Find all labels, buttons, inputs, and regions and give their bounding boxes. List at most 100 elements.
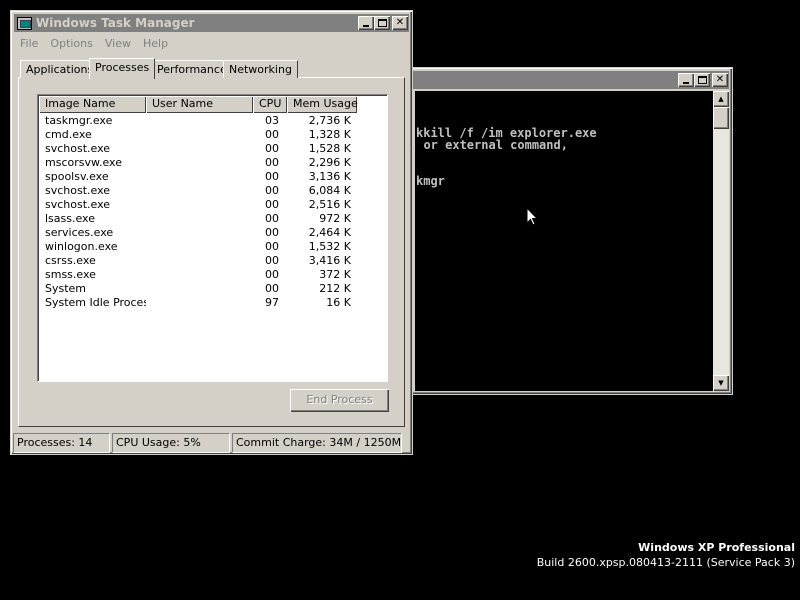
console-window[interactable]: ✕ ▲ ▼ [405, 67, 733, 395]
process-user [146, 142, 253, 156]
process-user [146, 114, 253, 128]
maximize-icon [377, 19, 387, 27]
process-mem: 2,464 K [308, 226, 351, 239]
close-button[interactable]: ✕ [712, 73, 728, 87]
maximize-button[interactable] [694, 73, 710, 87]
tab-networking[interactable]: Networking [223, 60, 298, 78]
table-row[interactable]: System Idle Process 97 16 K [39, 296, 397, 310]
process-user [146, 226, 253, 240]
column-image-name[interactable]: Image Name [39, 96, 146, 113]
column-cpu[interactable]: CPU [253, 96, 287, 113]
table-row[interactable]: taskmgr.exe 03 2,736 K [39, 114, 397, 128]
process-user [146, 296, 253, 310]
end-process-button[interactable]: End Process [290, 389, 389, 412]
process-mem: 3,136 K [308, 170, 351, 183]
maximize-icon [697, 76, 707, 84]
process-cpu: 00 [265, 254, 279, 267]
process-name: services.exe [45, 226, 114, 239]
table-row[interactable]: System 00 212 K [39, 282, 397, 296]
table-row[interactable]: winlogon.exe 00 1,532 K [39, 240, 397, 254]
table-row[interactable]: mscorsvw.exe 00 2,296 K [39, 156, 397, 170]
process-user [146, 240, 253, 254]
column-user-name[interactable]: User Name [146, 96, 253, 113]
process-name: csrss.exe [45, 254, 96, 267]
tab-performance[interactable]: Performance [151, 60, 233, 78]
process-cpu: 00 [265, 226, 279, 239]
scroll-thumb[interactable] [713, 107, 729, 129]
scroll-up-icon: ▲ [718, 95, 724, 103]
column-mem-usage[interactable]: Mem Usage [287, 96, 358, 113]
process-mem: 2,296 K [308, 156, 351, 169]
process-mem: 2,516 K [308, 198, 351, 211]
table-row[interactable]: services.exe 00 2,464 K [39, 226, 397, 240]
menu-file[interactable]: File [14, 37, 44, 50]
process-cpu: 00 [265, 184, 279, 197]
console-line: . or external command, [409, 138, 568, 152]
process-cpu: 00 [265, 212, 279, 225]
process-cpu: 00 [265, 268, 279, 281]
menu-bar: File Options View Help [14, 34, 174, 52]
process-user [146, 170, 253, 184]
task-manager-icon [17, 16, 32, 30]
process-user [146, 184, 253, 198]
table-row[interactable]: cmd.exe 00 1,328 K [39, 128, 397, 142]
menu-view[interactable]: View [99, 37, 137, 50]
process-name: mscorsvw.exe [45, 156, 122, 169]
minimize-button[interactable] [358, 16, 374, 30]
process-cpu: 00 [265, 170, 279, 183]
process-cpu: 00 [265, 240, 279, 253]
close-icon: ✕ [395, 17, 405, 28]
process-name: System [45, 282, 87, 295]
window-controls: ✕ [358, 16, 408, 30]
process-mem: 372 K [319, 268, 351, 281]
process-user [146, 282, 253, 296]
status-processes: Processes: 14 [13, 433, 110, 453]
scroll-down-button[interactable]: ▼ [713, 375, 729, 391]
scroll-up-button[interactable]: ▲ [713, 91, 729, 107]
window-title: Windows Task Manager [36, 16, 195, 30]
close-button[interactable]: ✕ [392, 16, 408, 30]
menu-options[interactable]: Options [44, 37, 98, 50]
process-name: svchost.exe [45, 142, 111, 155]
table-row[interactable]: svchost.exe 00 2,516 K [39, 198, 397, 212]
mouse-pointer-icon [526, 207, 538, 226]
table-row[interactable]: svchost.exe 00 1,528 K [39, 142, 397, 156]
minimize-button[interactable] [678, 73, 694, 87]
process-mem: 16 K [326, 296, 351, 309]
process-name: smss.exe [45, 268, 96, 281]
console-scrollbar[interactable]: ▲ ▼ [713, 91, 729, 391]
process-name: winlogon.exe [45, 240, 118, 253]
status-bar: Processes: 14 CPU Usage: 5% Commit Charg… [13, 433, 404, 453]
console-line: kmgr [416, 174, 445, 188]
process-name: System Idle Process [45, 296, 146, 309]
process-cpu: 97 [265, 296, 279, 309]
process-mem: 1,528 K [308, 142, 351, 155]
process-name: spoolsv.exe [45, 170, 109, 183]
maximize-button[interactable] [374, 16, 390, 30]
table-row[interactable]: svchost.exe 00 6,084 K [39, 184, 397, 198]
process-list[interactable]: Image Name User Name CPU Mem Usage taskm… [37, 94, 388, 382]
table-row[interactable]: smss.exe 00 372 K [39, 268, 397, 282]
process-cpu: 00 [265, 128, 279, 141]
tab-processes[interactable]: Processes [89, 58, 156, 79]
menu-help[interactable]: Help [137, 37, 174, 50]
process-name: lsass.exe [45, 212, 95, 225]
os-name: Windows XP Professional [638, 541, 795, 554]
process-list-header: Image Name User Name CPU Mem Usage [39, 96, 358, 113]
tab-applications[interactable]: Applications [20, 60, 100, 78]
process-mem: 972 K [319, 212, 351, 225]
process-mem: 2,736 K [308, 114, 351, 127]
process-cpu: 00 [265, 282, 279, 295]
close-icon: ✕ [715, 74, 725, 85]
os-build: Build 2600.xpsp.080413-2111 (Service Pac… [536, 556, 795, 569]
table-row[interactable]: csrss.exe 00 3,416 K [39, 254, 397, 268]
table-row[interactable]: spoolsv.exe 00 3,136 K [39, 170, 397, 184]
process-mem: 3,416 K [308, 254, 351, 267]
process-mem: 212 K [319, 282, 351, 295]
process-rows: taskmgr.exe 03 2,736 Kcmd.exe 00 1,328 Ksvch… [39, 114, 397, 310]
table-row[interactable]: lsass.exe 00 972 K [39, 212, 397, 226]
process-cpu: 00 [265, 156, 279, 169]
scroll-down-icon: ▼ [718, 379, 724, 387]
process-cpu: 03 [265, 114, 279, 127]
task-manager-titlebar[interactable]: Windows Task Manager [14, 14, 409, 32]
